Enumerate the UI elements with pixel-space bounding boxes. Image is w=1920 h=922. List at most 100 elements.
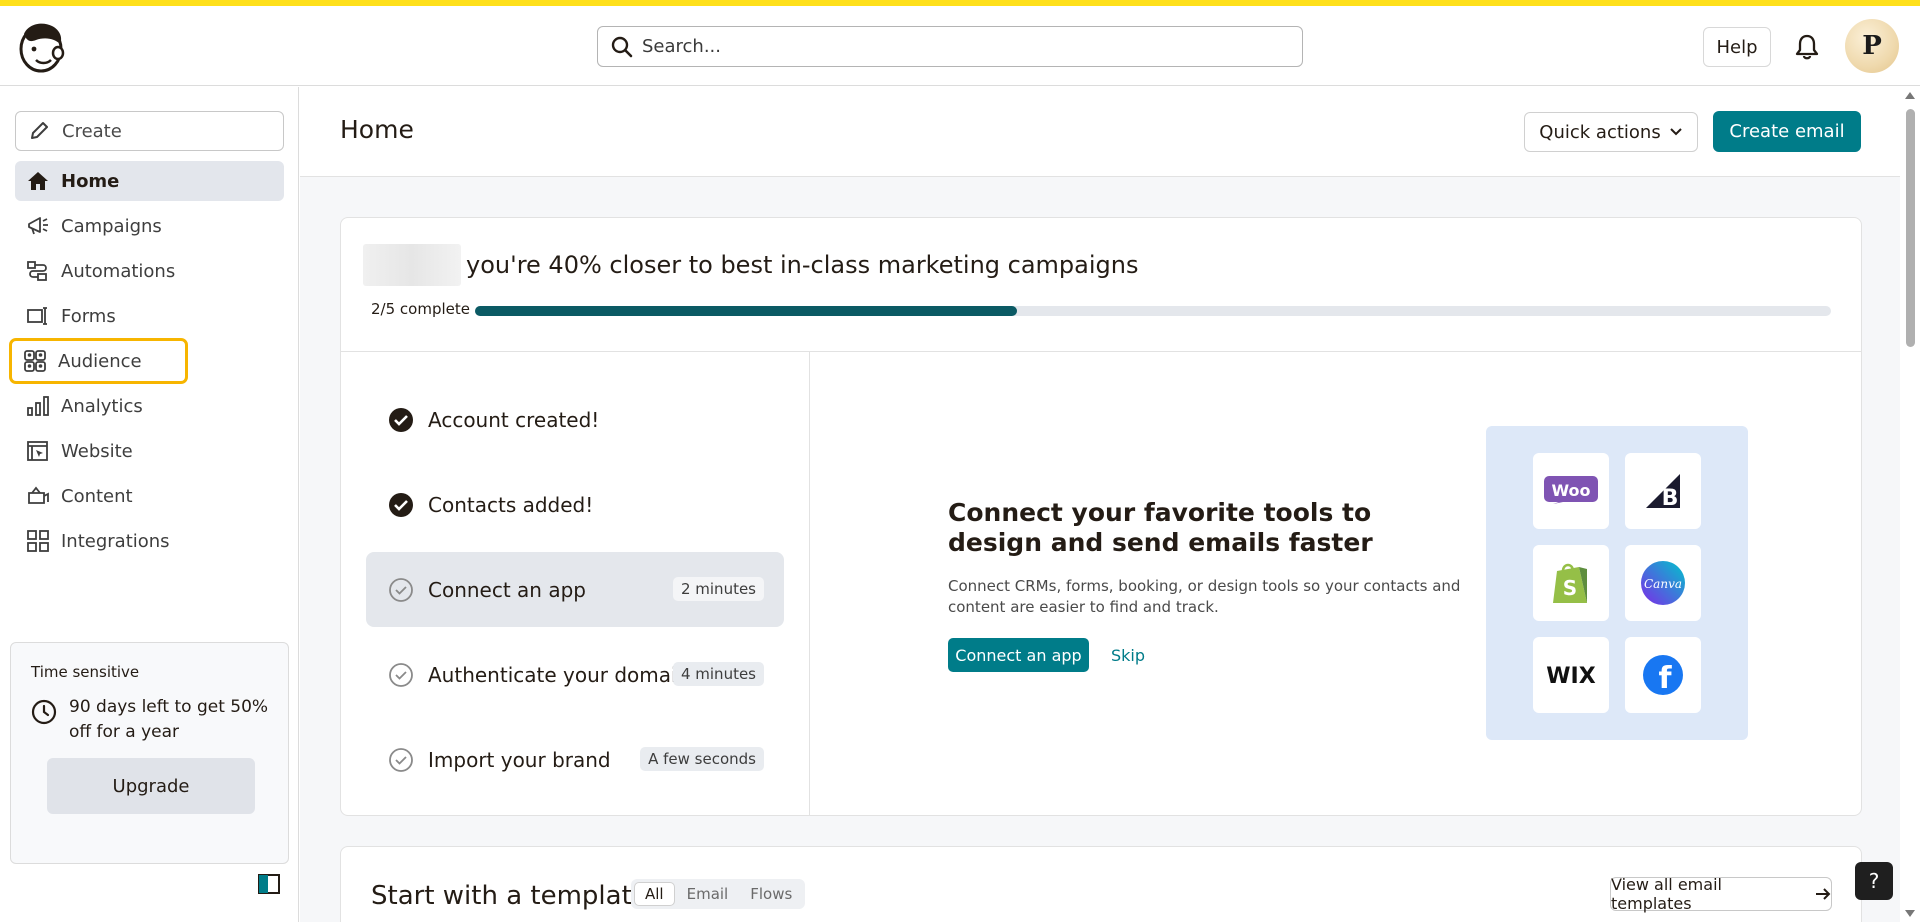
search-bar[interactable] [597, 26, 1303, 67]
page-title: Home [340, 115, 414, 144]
sidebar-item-label: Audience [58, 350, 142, 372]
tab-flows[interactable]: Flows [740, 882, 802, 906]
sidebar-item-integrations[interactable]: Integrations [15, 521, 284, 561]
step-label: Import your brand [428, 747, 611, 772]
sidebar-item-label: Forms [61, 305, 116, 327]
step-label: Contacts added! [428, 492, 594, 517]
scroll-up-arrow-icon[interactable] [1905, 92, 1915, 99]
create-button[interactable]: Create [15, 111, 284, 151]
help-question-icon[interactable]: ? [1855, 862, 1893, 900]
tab-email[interactable]: Email [677, 882, 739, 906]
sidebar-item-analytics[interactable]: Analytics [15, 386, 284, 426]
step-label: Connect an app [428, 577, 586, 602]
svg-text:B: B [1662, 486, 1679, 511]
help-button[interactable]: Help [1703, 27, 1771, 67]
sidebar-item-home[interactable]: Home [15, 161, 284, 201]
scrollbar-thumb[interactable] [1906, 109, 1915, 347]
user-avatar[interactable]: P [1845, 19, 1899, 73]
integrations-logo-panel: Woo B S Canva WIX f [1486, 426, 1748, 740]
svg-text:Canva: Canva [1644, 577, 1682, 591]
templates-title: Start with a template [371, 881, 648, 911]
page-header: Home Quick actions Create email [300, 87, 1900, 177]
user-name-redacted [363, 244, 461, 286]
sidebar-item-campaigns[interactable]: Campaigns [15, 206, 284, 246]
audience-icon [22, 348, 48, 374]
progress-bar-fill [475, 306, 1018, 316]
svg-text:WIX: WIX [1546, 664, 1595, 689]
woocommerce-logo-icon: Woo [1533, 453, 1609, 529]
create-label: Create [62, 120, 122, 142]
sidebar-item-website[interactable]: Website [15, 431, 284, 471]
notifications-bell-icon[interactable] [1794, 33, 1820, 61]
bigcommerce-logo-icon: B [1625, 453, 1701, 529]
sidebar-item-audience[interactable]: Audience [9, 338, 188, 384]
sidebar: Create Home Campaigns Automations Forms … [0, 87, 299, 922]
step-connect-app[interactable]: Connect an app 2 minutes [366, 552, 784, 627]
search-input[interactable] [642, 36, 1242, 57]
canva-logo-icon: Canva [1625, 545, 1701, 621]
sidebar-item-label: Home [61, 170, 120, 192]
svg-text:Woo: Woo [1551, 481, 1590, 500]
step-label: Authenticate your domain [428, 662, 690, 687]
chevron-down-icon [1669, 128, 1682, 136]
connect-tools-description: Connect CRMs, forms, booking, or design … [948, 577, 1461, 616]
connect-tools-title: Connect your favorite tools to design an… [948, 498, 1373, 557]
step-label: Account created! [428, 407, 600, 432]
forms-icon [25, 303, 51, 329]
sidebar-item-label: Content [61, 485, 133, 507]
scroll-down-arrow-icon[interactable] [1905, 910, 1915, 917]
sidebar-item-content[interactable]: Content [15, 476, 284, 516]
check-circle-outline-icon [389, 662, 413, 687]
view-all-templates-button[interactable]: View all email templates [1610, 875, 1832, 913]
view-all-label: View all email templates [1611, 875, 1722, 913]
divider [341, 351, 1861, 352]
quick-actions-dropdown[interactable]: Quick actions [1524, 112, 1698, 152]
duration-badge: 4 minutes [672, 662, 764, 686]
step-import-brand[interactable]: Import your brand A few seconds [366, 722, 784, 797]
upgrade-button[interactable]: Upgrade [47, 758, 255, 814]
clock-icon [31, 699, 57, 725]
sidebar-item-label: Campaigns [61, 215, 162, 237]
content-icon [25, 483, 51, 509]
sidebar-item-label: Integrations [61, 530, 170, 552]
sidebar-item-label: Website [61, 440, 133, 462]
step-authenticate-domain[interactable]: Authenticate your domain 4 minutes [366, 637, 784, 712]
sidebar-item-automations[interactable]: Automations [15, 251, 284, 291]
progress-bar [475, 306, 1831, 316]
template-filter-tabs: All Email Flows [631, 879, 806, 909]
svg-text:f: f [1658, 661, 1672, 696]
create-email-button[interactable]: Create email [1713, 111, 1861, 152]
sidebar-item-label: Automations [61, 260, 176, 282]
search-icon [611, 36, 633, 57]
mailchimp-logo-icon[interactable] [16, 20, 66, 74]
grid-icon [25, 528, 51, 554]
page-scrollbar[interactable] [1900, 87, 1920, 922]
check-circle-outline-icon [389, 577, 413, 602]
sidebar-item-label: Analytics [61, 395, 143, 417]
automations-icon [25, 258, 51, 284]
onboarding-progress-card: you're 40% closer to best in-class marke… [340, 217, 1862, 816]
step-account-created[interactable]: Account created! [366, 382, 784, 457]
skip-link[interactable]: Skip [1111, 646, 1145, 665]
wix-logo-icon: WIX [1533, 637, 1609, 713]
main-content: Home Quick actions Create email you're 4… [300, 87, 1900, 922]
bar-chart-icon [25, 393, 51, 419]
duration-badge: A few seconds [640, 747, 764, 771]
quick-actions-label: Quick actions [1539, 121, 1661, 143]
step-contacts-added[interactable]: Contacts added! [366, 467, 784, 542]
top-header: Help P [0, 6, 1920, 86]
sidebar-item-forms[interactable]: Forms [15, 296, 284, 336]
collapse-sidebar-icon[interactable] [258, 874, 280, 894]
progress-headline: you're 40% closer to best in-class marke… [466, 251, 1139, 279]
facebook-logo-icon: f [1625, 637, 1701, 713]
time-sensitive-heading: Time sensitive [31, 663, 140, 681]
offer-message: 90 days left to get 50% off for a year [69, 697, 269, 742]
connect-app-button[interactable]: Connect an app [948, 638, 1089, 672]
divider [809, 352, 810, 816]
templates-card: Start with a template All Email Flows Vi… [340, 846, 1862, 922]
tab-all[interactable]: All [634, 882, 675, 906]
check-circle-filled-icon [389, 492, 413, 517]
duration-badge: 2 minutes [672, 577, 764, 601]
website-icon [25, 438, 51, 464]
svg-text:S: S [1563, 576, 1577, 600]
